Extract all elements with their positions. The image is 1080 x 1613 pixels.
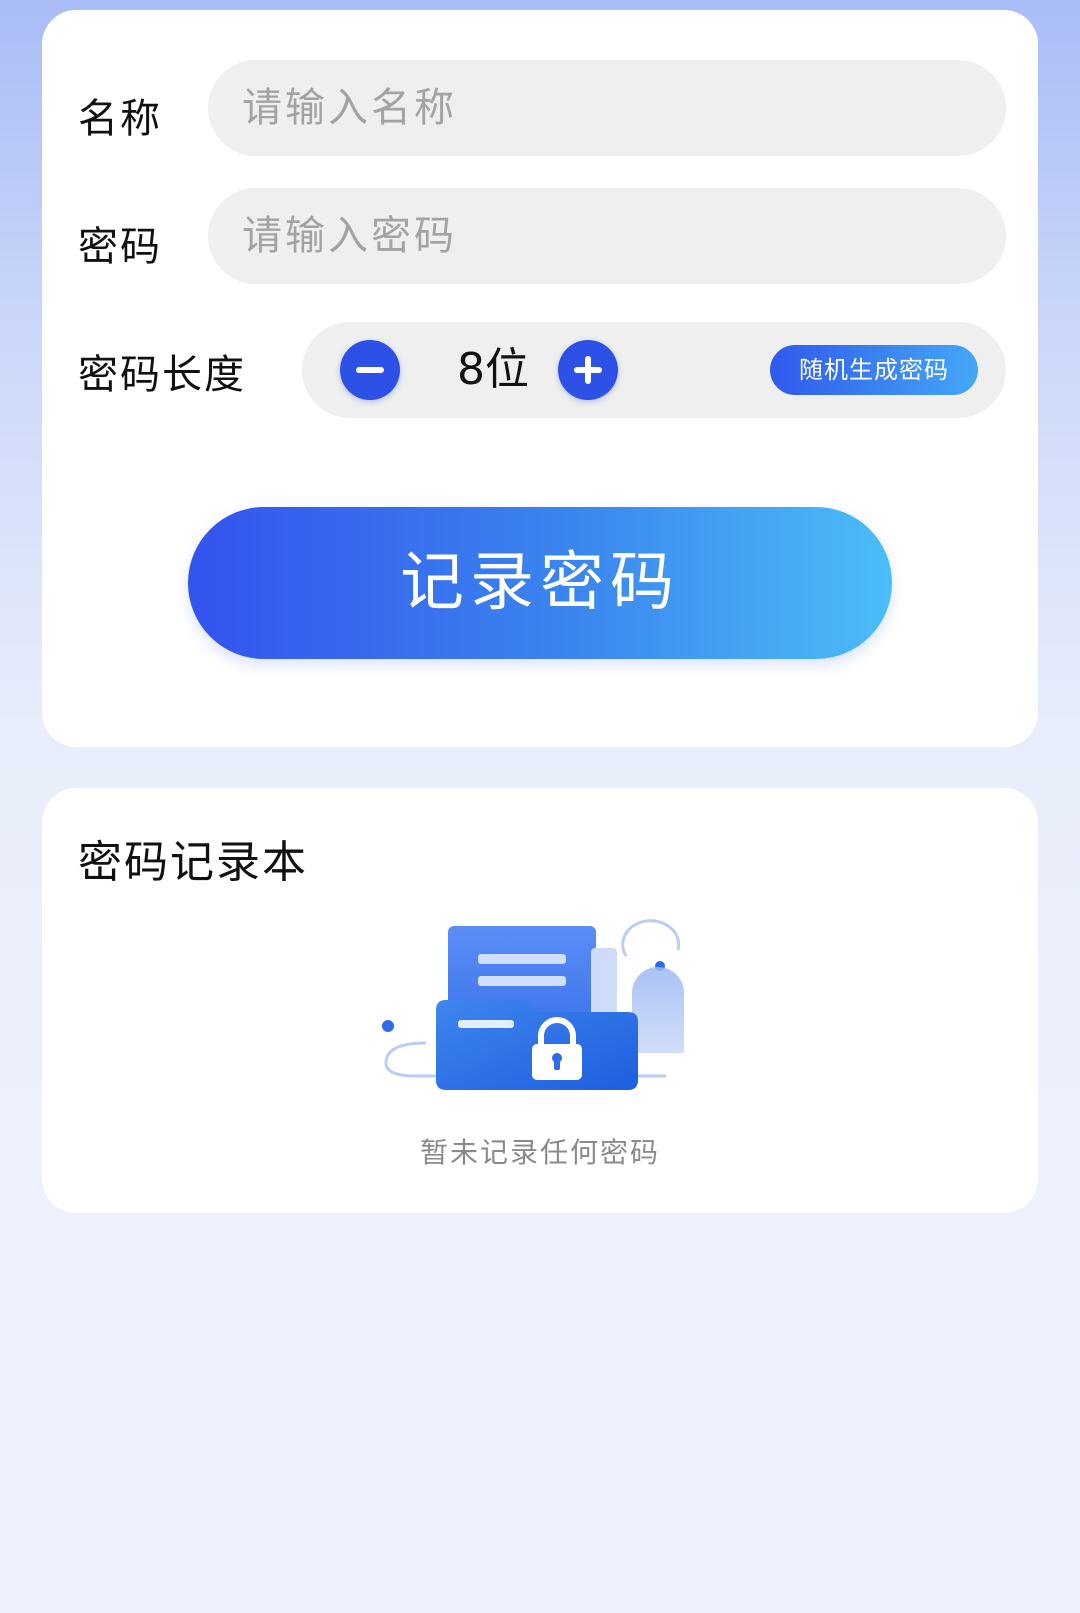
password-label: 密码 <box>78 224 162 270</box>
password-input[interactable] <box>208 188 1006 284</box>
records-title: 密码记录本 <box>78 837 308 888</box>
password-length-stepper: 8位 随机生成密码 <box>302 322 1006 418</box>
password-length-value: 8位 <box>457 344 529 395</box>
generate-random-password-button[interactable]: 随机生成密码 <box>770 345 978 395</box>
password-records-card: 密码记录本 暂未记录任何密码 <box>42 788 1038 1213</box>
increase-length-button[interactable] <box>558 340 618 400</box>
plus-icon <box>574 356 602 384</box>
name-input[interactable] <box>208 60 1006 156</box>
password-length-label: 密码长度 <box>78 352 246 398</box>
locked-folder-icon <box>382 919 684 1090</box>
decrease-length-button[interactable] <box>340 340 400 400</box>
name-label: 名称 <box>78 96 162 142</box>
minus-icon <box>356 367 384 373</box>
empty-records-text: 暂未记录任何密码 <box>419 1136 660 1169</box>
record-password-button[interactable]: 记录密码 <box>188 507 892 659</box>
password-form-card: 名称 密码 密码长度 8位 随机生成密码 记录密码 <box>42 10 1038 747</box>
